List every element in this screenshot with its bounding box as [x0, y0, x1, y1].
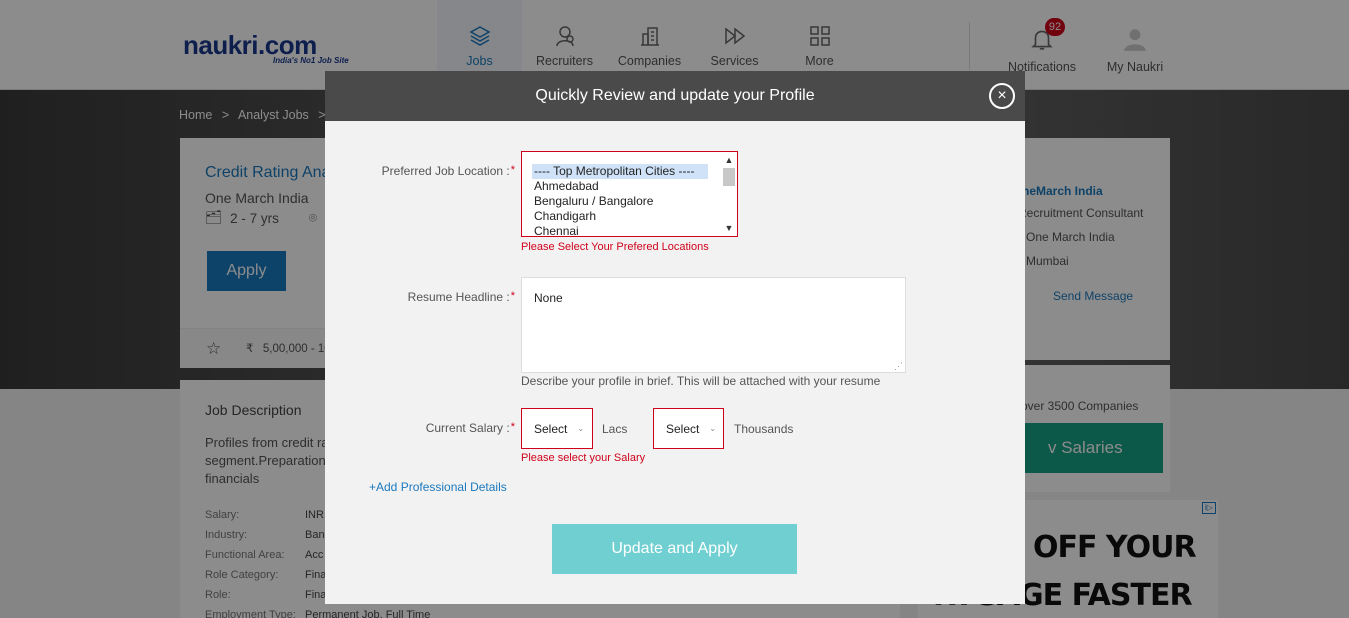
thousands-unit-label: Thousands — [734, 422, 794, 436]
preferred-location-select[interactable]: ---- Top Metropolitan Cities ---- Ahmeda… — [521, 151, 738, 237]
location-option[interactable]: Chennai — [522, 224, 708, 236]
salary-error: Please select your Salary — [521, 452, 646, 464]
resume-headline-textarea[interactable]: None — [521, 277, 906, 373]
resize-grip-icon[interactable]: ⋰ — [894, 361, 903, 372]
scroll-up-icon[interactable]: ▲ — [723, 154, 735, 166]
salary-lacs-select[interactable]: Select ⌄ — [521, 408, 593, 449]
required-marker: * — [510, 164, 515, 176]
location-error: Please Select Your Prefered Locations — [521, 241, 709, 253]
lacs-unit-label: Lacs — [602, 422, 628, 436]
modal-title: Quickly Review and update your Profile — [535, 87, 815, 104]
headline-label-text: Resume Headline : — [407, 290, 510, 304]
location-scrollbar[interactable]: ▲ ▼ — [723, 154, 735, 234]
close-icon[interactable]: × — [989, 83, 1015, 109]
required-marker: * — [510, 290, 515, 302]
update-profile-modal: Quickly Review and update your Profile ×… — [325, 71, 1025, 604]
salary-label-text: Current Salary : — [425, 421, 510, 435]
headline-label: Resume Headline :* — [365, 290, 515, 304]
modal-header: Quickly Review and update your Profile × — [325, 71, 1025, 121]
location-label: Preferred Job Location :* — [365, 164, 515, 178]
location-option[interactable]: Chandigarh — [522, 209, 708, 224]
headline-hint: Describe your profile in brief. This wil… — [521, 374, 881, 388]
location-option[interactable]: ---- Top Metropolitan Cities ---- — [532, 164, 708, 179]
salary-thousands-select[interactable]: Select ⌄ — [653, 408, 724, 449]
location-option[interactable]: Bengaluru / Bangalore — [522, 194, 708, 209]
location-label-text: Preferred Job Location : — [381, 164, 510, 178]
chevron-down-icon: ⌄ — [709, 424, 717, 433]
scroll-down-icon[interactable]: ▼ — [723, 222, 735, 234]
salary-label: Current Salary :* — [365, 421, 515, 435]
add-professional-details-link[interactable]: +Add Professional Details — [369, 480, 507, 494]
salary-lacs-value: Select — [534, 421, 568, 436]
update-and-apply-button[interactable]: Update and Apply — [552, 524, 797, 574]
location-option[interactable]: Ahmedabad — [522, 179, 708, 194]
salary-thousands-value: Select — [666, 421, 700, 436]
chevron-down-icon: ⌄ — [577, 424, 585, 433]
required-marker: * — [510, 421, 515, 433]
scroll-thumb[interactable] — [723, 168, 735, 186]
